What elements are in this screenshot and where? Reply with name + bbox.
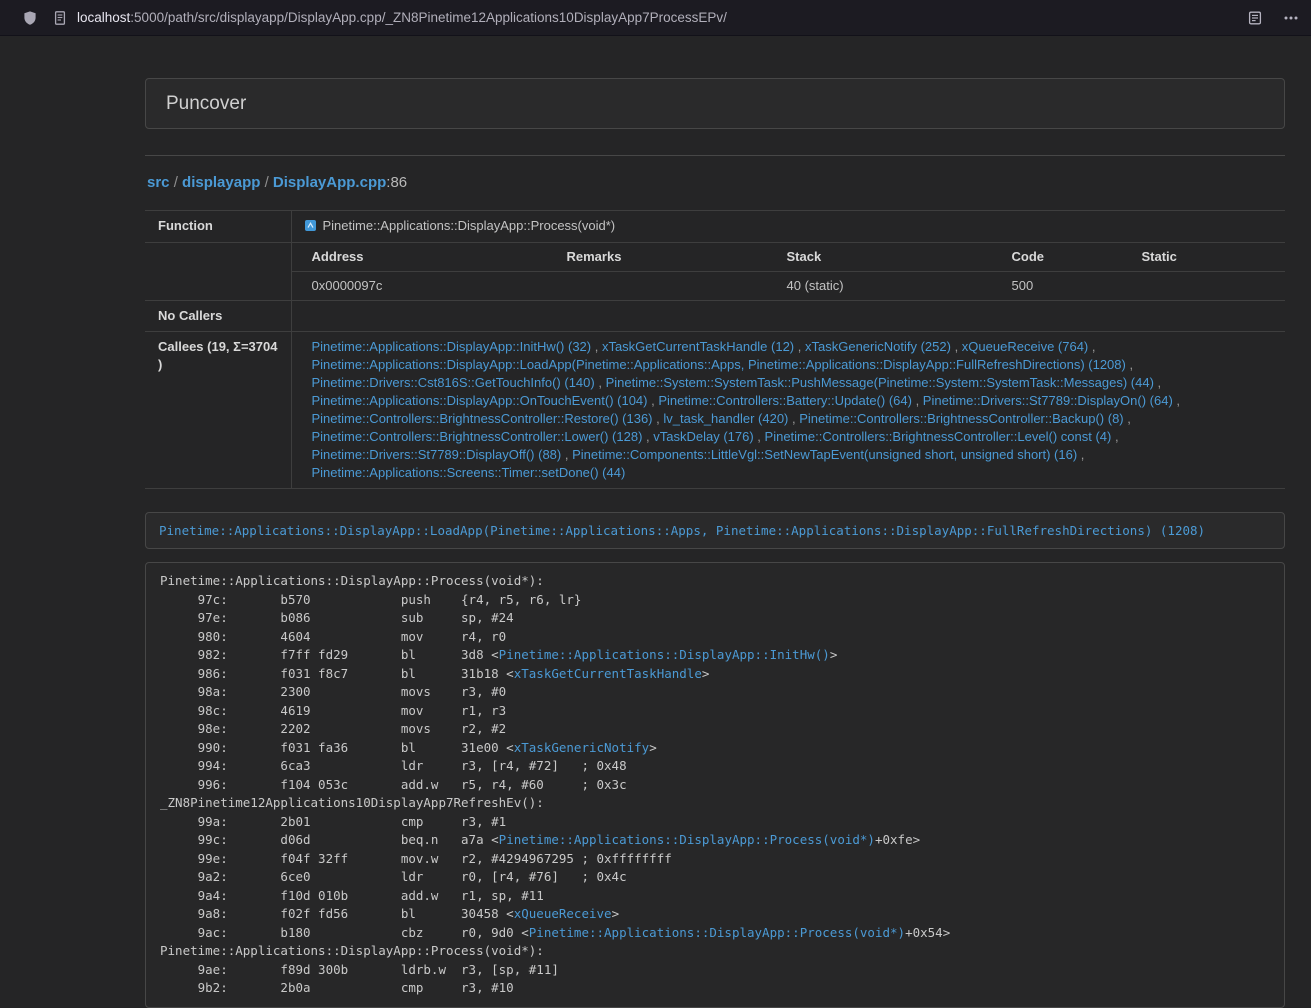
callee-link[interactable]: Pinetime::Drivers::Cst816S::GetTouchInfo… xyxy=(312,375,595,390)
tracking-protection-shield-icon[interactable] xyxy=(22,10,38,26)
callee-link[interactable]: Pinetime::Controllers::BrightnessControl… xyxy=(765,429,1112,444)
column-stack: Stack xyxy=(767,243,992,272)
callee-link[interactable]: Pinetime::Applications::DisplayApp::OnTo… xyxy=(312,393,648,408)
function-row: Function Pinetime::Applications::Display… xyxy=(145,211,1285,243)
callee-separator: , xyxy=(1111,429,1118,444)
breadcrumb-link[interactable]: src xyxy=(147,174,170,191)
callee-separator: , xyxy=(561,447,572,462)
function-label: Function xyxy=(145,211,291,243)
divider xyxy=(145,155,1285,156)
navbar: Puncover xyxy=(145,78,1285,129)
no-callers-row: No Callers xyxy=(145,301,1285,332)
callees-list: Pinetime::Applications::DisplayApp::Init… xyxy=(291,332,1285,489)
callee-link[interactable]: vTaskDelay (176) xyxy=(653,429,753,444)
snippet-box: Pinetime::Applications::DisplayApp::Load… xyxy=(145,512,1285,549)
metrics-label-spacer xyxy=(145,243,291,301)
breadcrumb-link[interactable]: displayapp xyxy=(182,174,260,191)
callee-separator: , xyxy=(1077,447,1084,462)
remarks-value xyxy=(547,272,767,301)
callee-link[interactable]: Pinetime::Controllers::BrightnessControl… xyxy=(312,429,643,444)
symbol-table: Function Pinetime::Applications::Display… xyxy=(145,210,1285,489)
callee-separator: , xyxy=(754,429,765,444)
callees-label: Callees (19, Σ=3704 ) xyxy=(145,332,291,489)
callee-link[interactable]: Pinetime::Drivers::St7789::DisplayOn() (… xyxy=(923,393,1173,408)
function-icon xyxy=(305,218,316,236)
callees-row: Callees (19, Σ=3704 ) Pinetime::Applicat… xyxy=(145,332,1285,489)
url-bar[interactable]: localhost:5000/path/src/displayapp/Displ… xyxy=(52,10,1247,26)
callee-link[interactable]: Pinetime::Drivers::St7789::DisplayOff() … xyxy=(312,447,562,462)
callee-separator: , xyxy=(642,429,653,444)
callee-separator: , xyxy=(951,339,962,354)
page-container: Puncover src / displayapp / DisplayApp.c… xyxy=(145,78,1285,1008)
callee-separator: , xyxy=(912,393,923,408)
code-value: 500 xyxy=(992,272,1122,301)
address-value: 0x0000097c xyxy=(292,272,547,301)
callee-separator: , xyxy=(1154,375,1161,390)
url-host: localhost xyxy=(77,10,130,25)
callee-separator: , xyxy=(595,375,606,390)
disassembly-block: Pinetime::Applications::DisplayApp::Proc… xyxy=(145,562,1285,1008)
callee-link[interactable]: xQueueReceive (764) xyxy=(962,339,1088,354)
metrics-row: Address Remarks Stack Code Static 0x0000… xyxy=(145,243,1285,301)
callee-link[interactable]: Pinetime::Applications::Screens::Timer::… xyxy=(312,465,626,480)
callee-link[interactable]: Pinetime::Controllers::BrightnessControl… xyxy=(312,411,653,426)
url-path: :5000/path/src/displayapp/DisplayApp.cpp… xyxy=(130,10,727,25)
breadcrumb-line-number: :86 xyxy=(386,174,407,191)
url-text: localhost:5000/path/src/displayapp/Displ… xyxy=(77,10,727,25)
column-remarks: Remarks xyxy=(547,243,767,272)
callee-separator: , xyxy=(788,411,799,426)
function-name-cell: Pinetime::Applications::DisplayApp::Proc… xyxy=(291,211,1285,243)
callee-link[interactable]: Pinetime::System::SystemTask::PushMessag… xyxy=(606,375,1154,390)
callee-link[interactable]: Pinetime::Controllers::Battery::Update()… xyxy=(658,393,912,408)
callee-separator: , xyxy=(591,339,602,354)
callee-link[interactable]: Pinetime::Applications::DisplayApp::Load… xyxy=(312,357,1126,372)
no-callers-label: No Callers xyxy=(145,301,291,332)
breadcrumb: src / displayapp / DisplayApp.cpp:86 xyxy=(145,173,1285,193)
function-name: Pinetime::Applications::DisplayApp::Proc… xyxy=(323,218,616,233)
breadcrumb-separator: / xyxy=(170,174,183,191)
callee-separator: , xyxy=(1173,393,1180,408)
column-code: Code xyxy=(992,243,1122,272)
callee-link[interactable]: Pinetime::Applications::DisplayApp::Init… xyxy=(312,339,592,354)
brand-link[interactable]: Puncover xyxy=(166,93,246,115)
overflow-menu-icon[interactable] xyxy=(1283,10,1299,26)
callee-link[interactable]: xTaskGetCurrentTaskHandle (12) xyxy=(602,339,794,354)
callee-separator: , xyxy=(1124,411,1131,426)
metrics-header-row: Address Remarks Stack Code Static xyxy=(292,243,1286,272)
callee-link[interactable]: Pinetime::Components::LittleVgl::SetNewT… xyxy=(572,447,1077,462)
no-callers-cell xyxy=(291,301,1285,332)
breadcrumb-separator: / xyxy=(260,174,273,191)
callee-separator: , xyxy=(794,339,805,354)
column-static: Static xyxy=(1122,243,1286,272)
disassembly-symbol-link[interactable]: xTaskGenericNotify xyxy=(514,740,649,755)
callee-link[interactable]: xTaskGenericNotify (252) xyxy=(805,339,951,354)
disassembly-symbol-link[interactable]: xTaskGetCurrentTaskHandle xyxy=(514,666,702,681)
disassembly-symbol-link[interactable]: Pinetime::Applications::DisplayApp::Init… xyxy=(499,647,830,662)
callee-separator: , xyxy=(1126,357,1133,372)
disassembly-symbol-link[interactable]: xQueueReceive xyxy=(514,906,612,921)
page-icon xyxy=(52,10,68,26)
callee-link[interactable]: Pinetime::Controllers::BrightnessControl… xyxy=(799,411,1123,426)
callee-separator: , xyxy=(648,393,659,408)
browser-toolbar: localhost:5000/path/src/displayapp/Displ… xyxy=(0,0,1311,36)
static-value xyxy=(1122,272,1286,301)
disassembly-symbol-link[interactable]: Pinetime::Applications::DisplayApp::Proc… xyxy=(529,925,905,940)
callee-separator: , xyxy=(653,411,664,426)
metrics-values-row: 0x0000097c 40 (static) 500 xyxy=(292,272,1286,301)
breadcrumb-link[interactable]: DisplayApp.cpp xyxy=(273,174,386,191)
metrics-cell: Address Remarks Stack Code Static 0x0000… xyxy=(291,243,1285,301)
stack-value: 40 (static) xyxy=(767,272,992,301)
callee-separator: , xyxy=(1088,339,1095,354)
column-address: Address xyxy=(292,243,547,272)
metrics-table: Address Remarks Stack Code Static 0x0000… xyxy=(292,243,1286,300)
disassembly-symbol-link[interactable]: Pinetime::Applications::DisplayApp::Proc… xyxy=(499,832,875,847)
reader-view-icon[interactable] xyxy=(1247,10,1263,26)
callee-link[interactable]: lv_task_handler (420) xyxy=(663,411,788,426)
snippet-link[interactable]: Pinetime::Applications::DisplayApp::Load… xyxy=(159,523,1205,538)
